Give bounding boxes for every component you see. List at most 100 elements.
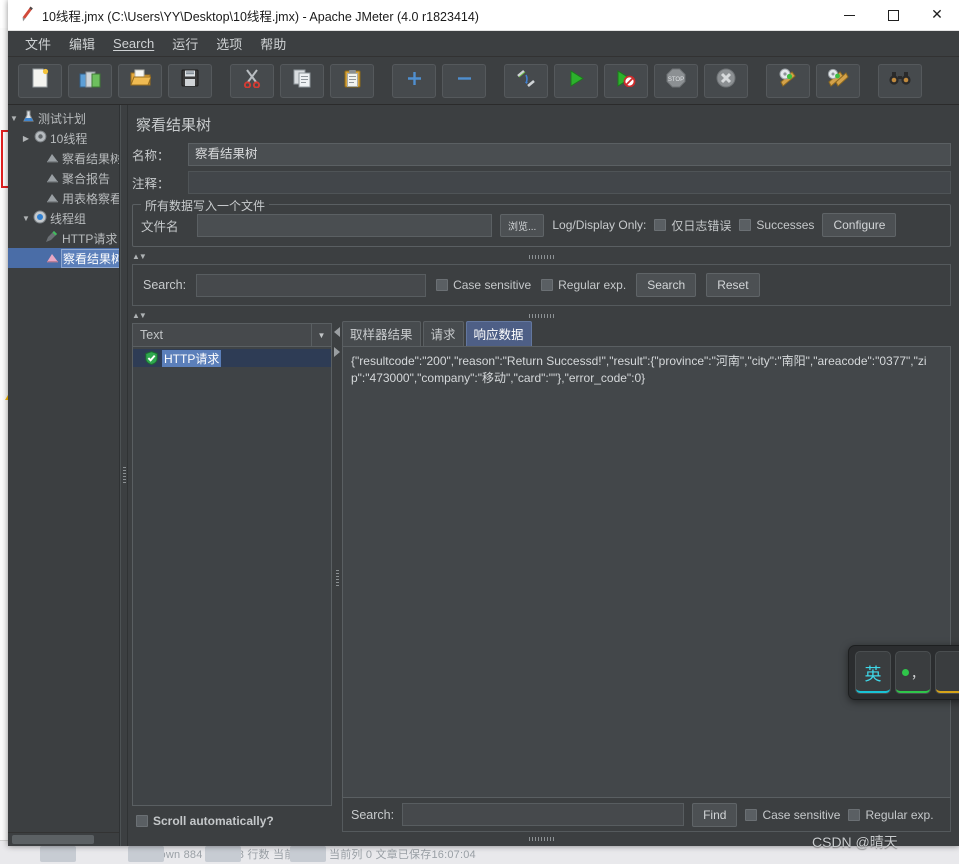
list-item[interactable]: HTTP请求 bbox=[133, 349, 331, 367]
tree-node-view-results-in-table[interactable]: 用表格察看结 bbox=[8, 188, 119, 208]
paste-button[interactable] bbox=[330, 63, 374, 98]
chevron-right-icon[interactable]: ▶ bbox=[20, 134, 32, 143]
english-mode-key[interactable]: 英 bbox=[855, 651, 891, 694]
splitter-arrows-icon[interactable]: ▲▼ bbox=[132, 252, 147, 261]
scroll-automatically-checkbox[interactable]: Scroll automatically? bbox=[136, 814, 274, 828]
tree-node-http-request[interactable]: HTTP请求 bbox=[8, 228, 119, 248]
listener-icon bbox=[44, 151, 60, 166]
tree-node-label: 测试计划 bbox=[38, 111, 87, 126]
background-taskbar-button bbox=[290, 846, 326, 862]
maximize-button[interactable] bbox=[871, 0, 915, 31]
cut-button[interactable] bbox=[230, 63, 274, 98]
templates-button[interactable] bbox=[68, 63, 112, 98]
browse-button[interactable]: 浏览... bbox=[500, 213, 545, 237]
chevron-down-icon[interactable]: ▼ bbox=[311, 324, 331, 346]
checkbox-box[interactable] bbox=[136, 815, 148, 827]
tab-request[interactable]: 请求 bbox=[422, 321, 464, 346]
toggle-button[interactable] bbox=[504, 63, 548, 98]
copy-button[interactable] bbox=[280, 63, 324, 98]
tree-node-aggregate-report[interactable]: 聚合报告 bbox=[8, 168, 119, 188]
splitter-arrows-icon[interactable]: ▲▼ bbox=[132, 311, 147, 320]
clear-button[interactable] bbox=[766, 63, 810, 98]
tree-node-view-results-tree-1[interactable]: 察看结果树 bbox=[8, 148, 119, 168]
errors-only-checkbox[interactable]: 仅日志错误 bbox=[654, 217, 731, 234]
chevron-down-icon[interactable]: ▼ bbox=[8, 114, 20, 123]
find-regex-checkbox[interactable]: Regular exp. bbox=[848, 808, 934, 822]
reset-button[interactable]: Reset bbox=[706, 273, 760, 297]
find-input[interactable] bbox=[402, 803, 685, 826]
menu-item-file[interactable]: 文件 bbox=[16, 31, 60, 56]
stop-button[interactable]: STOP bbox=[654, 63, 698, 98]
search-case-sensitive-checkbox[interactable]: Case sensitive bbox=[436, 278, 531, 292]
scrollbar-thumb[interactable] bbox=[12, 835, 94, 844]
expand-all-button[interactable] bbox=[392, 63, 436, 98]
search-tree-button[interactable] bbox=[878, 63, 922, 98]
checkbox-box[interactable] bbox=[848, 808, 861, 821]
configure-button[interactable]: Configure bbox=[822, 213, 897, 237]
open-button[interactable] bbox=[118, 63, 162, 98]
checkbox-box[interactable] bbox=[541, 279, 554, 291]
tree-node-view-results-tree-selected[interactable]: 察看结果树 bbox=[8, 248, 119, 268]
comment-input[interactable] bbox=[188, 171, 951, 194]
search-regex-checkbox[interactable]: Regular exp. bbox=[541, 278, 626, 292]
tree-node-label: HTTP请求 bbox=[62, 231, 118, 246]
tree-node-test-plan[interactable]: ▼ 测试计划 bbox=[8, 108, 119, 128]
checkbox-box[interactable] bbox=[654, 219, 667, 231]
punctuation-toggle-key[interactable]: ， bbox=[895, 651, 931, 694]
shutdown-button[interactable] bbox=[704, 63, 748, 98]
collapse-all-button[interactable] bbox=[442, 63, 486, 98]
renderer-selected-value: Text bbox=[140, 328, 163, 342]
tree-node-label: 聚合报告 bbox=[62, 171, 111, 186]
vertical-splitter[interactable] bbox=[120, 105, 128, 846]
successes-checkbox[interactable]: Successes bbox=[739, 218, 814, 232]
clear-all-button[interactable] bbox=[816, 63, 860, 98]
checkbox-box[interactable] bbox=[739, 219, 752, 231]
new-button[interactable] bbox=[18, 63, 62, 98]
play-no-pause-icon bbox=[617, 69, 636, 92]
renderer-dropdown[interactable]: Text ▼ bbox=[132, 323, 332, 347]
tree-horizontal-scrollbar[interactable] bbox=[8, 832, 119, 846]
sample-result-list[interactable]: HTTP请求 bbox=[132, 347, 332, 806]
save-button[interactable] bbox=[168, 63, 212, 98]
menu-bar: 文件 编辑 Search 运行 选项 帮助 bbox=[8, 31, 959, 57]
http-sampler-icon bbox=[44, 230, 60, 246]
menu-item-run[interactable]: 运行 bbox=[163, 31, 207, 56]
tab-response-data[interactable]: 响应数据 bbox=[465, 321, 532, 346]
checkbox-box[interactable] bbox=[745, 808, 758, 821]
window-controls: ✕ bbox=[827, 0, 959, 31]
menu-item-search[interactable]: Search bbox=[104, 33, 163, 54]
tab-sampler-result[interactable]: 取样器结果 bbox=[342, 321, 421, 346]
title-bar: 10线程.jmx (C:\Users\YY\Desktop\10线程.jmx) … bbox=[8, 0, 959, 31]
search-input[interactable] bbox=[196, 273, 427, 297]
filename-input[interactable] bbox=[197, 213, 492, 237]
splitter-strip-upper[interactable]: ▲▼ bbox=[132, 251, 951, 262]
collapse-left-arrow-icon[interactable] bbox=[334, 327, 340, 337]
menu-item-help[interactable]: 帮助 bbox=[251, 31, 295, 56]
jmeter-feather-icon bbox=[16, 6, 38, 25]
splitter-grip bbox=[528, 837, 555, 841]
ime-toolbar[interactable]: 英 ， bbox=[848, 645, 959, 700]
name-input[interactable]: 察看结果树 bbox=[188, 143, 951, 166]
start-button[interactable] bbox=[554, 63, 598, 98]
search-button[interactable]: Search bbox=[636, 273, 697, 297]
start-no-pauses-button[interactable] bbox=[604, 63, 648, 98]
ime-extra-key[interactable] bbox=[935, 651, 959, 694]
checkbox-box[interactable] bbox=[436, 279, 449, 291]
chevron-down-icon[interactable]: ▼ bbox=[20, 214, 32, 223]
close-button[interactable]: ✕ bbox=[915, 0, 959, 31]
tree-node-thread-group[interactable]: ▼ 线程组 bbox=[8, 208, 119, 228]
minimize-button[interactable] bbox=[827, 0, 871, 31]
search-label: Search: bbox=[143, 278, 187, 292]
results-horizontal-splitter[interactable] bbox=[332, 323, 342, 832]
checkbox-label: Case sensitive bbox=[453, 278, 532, 292]
find-case-sensitive-checkbox[interactable]: Case sensitive bbox=[745, 808, 840, 822]
response-data-text[interactable]: {"resultcode":"200","reason":"Return Suc… bbox=[342, 346, 951, 798]
menu-item-edit[interactable]: 编辑 bbox=[60, 31, 104, 56]
menu-item-options[interactable]: 选项 bbox=[207, 31, 251, 56]
listener-icon bbox=[44, 191, 60, 206]
background-taskbar-button bbox=[128, 846, 164, 862]
splitter-strip-lower[interactable]: ▲▼ bbox=[132, 310, 951, 321]
tree-node-10-threads[interactable]: ▶ 10线程 bbox=[8, 128, 119, 148]
find-button[interactable]: Find bbox=[692, 802, 738, 827]
collapse-right-arrow-icon[interactable] bbox=[334, 347, 340, 357]
